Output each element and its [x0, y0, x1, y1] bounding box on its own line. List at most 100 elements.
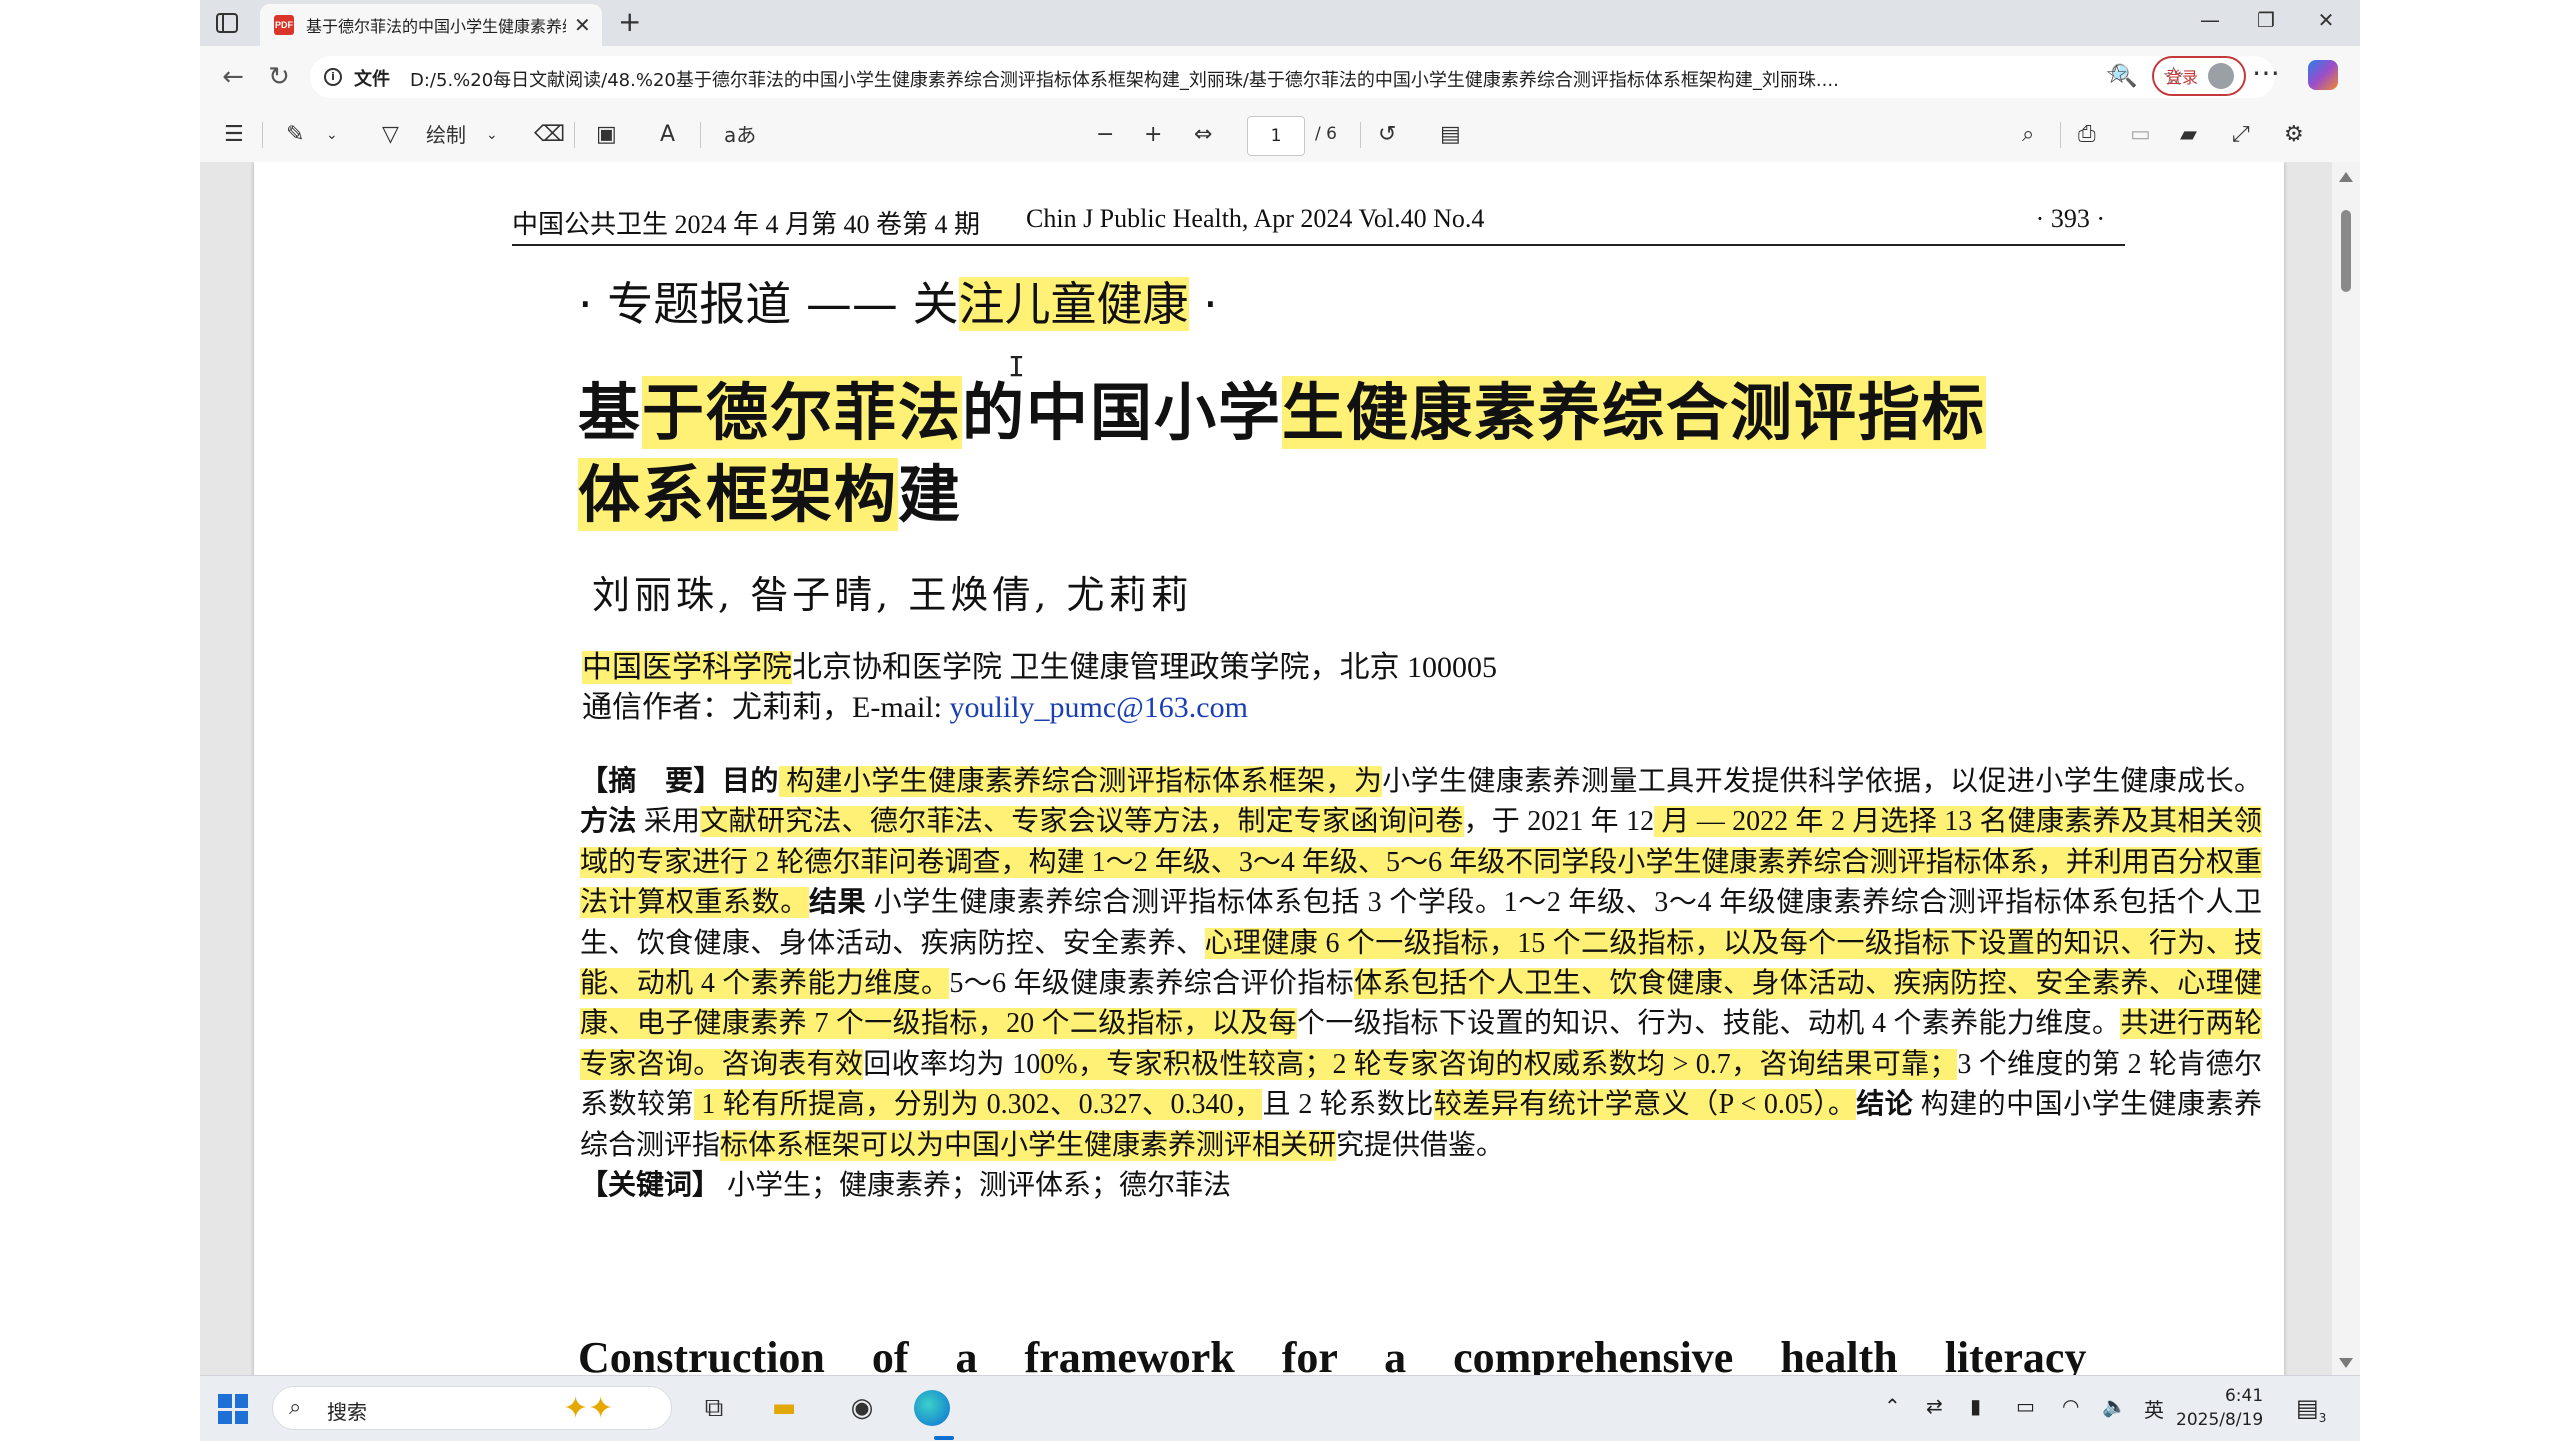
- ime-indicator[interactable]: 英: [2144, 1394, 2164, 1423]
- file-explorer-icon[interactable]: ▬: [766, 1390, 802, 1426]
- back-button[interactable]: ←: [216, 60, 250, 94]
- abstract: 【摘 要】目的 构建小学生健康素养综合测评指标体系框架，为小学生健康素养测量工具…: [580, 762, 2262, 1206]
- divider: [700, 122, 701, 148]
- keywords-label: 【关键词】: [580, 1170, 721, 1202]
- divider: [262, 122, 263, 148]
- print-icon[interactable]: ⎙: [2078, 120, 2096, 150]
- more-menu-icon[interactable]: ⋯: [2252, 56, 2280, 89]
- keywords: 小学生；健康素养；测评体系；德尔菲法: [720, 1170, 1232, 1202]
- topic-suffix: ·: [1188, 277, 1218, 331]
- notification-count: 3: [2318, 1410, 2327, 1425]
- page-view-icon[interactable]: ▣: [596, 120, 617, 150]
- tab-title: 基于德尔菲法的中国小学生健康素养综合测评指标体系框架构建_刘丽珠: [306, 17, 566, 36]
- english-title: Construction of a framework for a compre…: [578, 1333, 2087, 1375]
- tray-overflow-icon[interactable]: ⌃: [1884, 1394, 1901, 1418]
- contents-icon[interactable]: ☰: [224, 120, 244, 150]
- desktop-left: [0, 0, 200, 1440]
- objective-label: 目的: [721, 766, 779, 797]
- tab-close-icon[interactable]: ✕: [574, 13, 591, 37]
- search-icon[interactable]: ⌕: [2022, 120, 2034, 150]
- scrollbar-thumb[interactable]: [2341, 210, 2351, 292]
- copilot-icon[interactable]: [2308, 60, 2338, 90]
- eraser-icon[interactable]: ⌫: [534, 120, 565, 150]
- search-label: 搜索: [327, 1400, 367, 1424]
- abstract-text: 个一级指标下设置的知识、行为、技能、动机 4 个素养能力维度。: [1296, 1008, 2121, 1040]
- save-icon[interactable]: ▭: [2130, 120, 2151, 150]
- page-number-input[interactable]: 1: [1247, 116, 1305, 156]
- tab-actions-button[interactable]: [212, 8, 242, 38]
- chevron-down-icon[interactable]: ⌄: [486, 120, 498, 150]
- divider: [2060, 122, 2061, 148]
- divider: [1360, 122, 1361, 148]
- desktop-right: [2360, 0, 2560, 1440]
- save-as-icon[interactable]: ▰: [2180, 120, 2197, 150]
- abstract-highlight: 较差异有统计学意义（P < 0.05）。: [1433, 1089, 1857, 1121]
- title-part: 建: [898, 458, 963, 531]
- info-icon[interactable]: i: [324, 68, 342, 86]
- page-number: · 393 ·: [2035, 204, 2105, 233]
- topic-highlight: 注儿童健康: [958, 277, 1189, 331]
- avatar: [2208, 63, 2235, 89]
- email-link[interactable]: youlily_pumc@163.com: [949, 691, 1247, 724]
- draw-label[interactable]: 绘制: [426, 120, 466, 150]
- abstract-highlight: 1 轮有所提高，分别为 0.302、0.327、0.340，: [693, 1089, 1263, 1121]
- abstract-text: ，于 2021 年 12: [1463, 806, 1655, 838]
- login-label: 登录: [2166, 68, 2199, 87]
- tab-pdf-document[interactable]: PDF 基于德尔菲法的中国小学生健康素养综合测评指标体系框架构建_刘丽珠 ✕: [260, 4, 602, 46]
- highlight-icon[interactable]: ✎: [286, 120, 304, 150]
- read-aloud-icon[interactable]: A: [660, 120, 675, 150]
- abstract-label: 【摘 要】: [580, 766, 722, 797]
- corresponding-author: 通信作者：尤莉莉，E-mail:: [582, 691, 950, 724]
- chevron-down-icon[interactable]: ⌄: [326, 120, 338, 150]
- tray-meter-icon[interactable]: ▮: [1970, 1394, 1981, 1418]
- result-label: 结果: [808, 887, 867, 919]
- volume-icon[interactable]: 🔈: [2102, 1394, 2127, 1418]
- battery-icon[interactable]: ▭: [2016, 1394, 2035, 1418]
- topic-prefix: · 专题报道 —— 关: [578, 277, 959, 331]
- affiliation: 中国医学科学院北京协和医学院 卫生健康管理政策学院，北京 100005 通信作者…: [582, 648, 1497, 728]
- close-window-button[interactable]: ✕: [2306, 8, 2346, 32]
- url-text[interactable]: D:/5.%20每日文献阅读/48.%20基于德尔菲法的中国小学生健康素养综合测…: [410, 66, 1900, 92]
- search-icon: ⌕: [289, 1395, 302, 1420]
- address-bar[interactable]: i 文件 D:/5.%20每日文献阅读/48.%20基于德尔菲法的中国小学生健康…: [310, 56, 2275, 98]
- zoom-in-icon[interactable]: +: [1144, 120, 1162, 150]
- title-part-highlight: 于德尔菲法: [642, 376, 963, 449]
- active-app-indicator: [934, 1436, 954, 1440]
- title-part: 基: [578, 376, 643, 449]
- notification-icon[interactable]: ▤3: [2296, 1394, 2326, 1425]
- authors: 刘丽珠, 昝子晴, 王焕倩, 尤莉莉: [592, 573, 1193, 617]
- translate-icon[interactable]: aあ: [724, 120, 756, 150]
- task-view-icon[interactable]: ⧉: [696, 1390, 732, 1426]
- scroll-up-icon[interactable]: [2339, 172, 2353, 182]
- refresh-button[interactable]: ↻: [262, 60, 296, 94]
- start-button[interactable]: [218, 1394, 248, 1424]
- favorites-icon[interactable]: ☆: [2105, 60, 2128, 90]
- login-button[interactable]: 登录: [2152, 56, 2246, 96]
- two-page-icon[interactable]: ▤: [1440, 120, 1461, 150]
- abstract-highlight: 文献研究法、德尔菲法、专家会议等方法，制定专家函询问卷: [700, 806, 1464, 838]
- taskbar: ⌕ 搜索 ✦✦ ⧉ ▬ ◉ ⌃ ⇄ ▮ ▭ ◠ 🔈 英 6:41 2025/8/…: [200, 1375, 2360, 1441]
- method-label: 方法: [580, 806, 637, 838]
- rotate-icon[interactable]: ↺: [1378, 120, 1396, 150]
- taskbar-search[interactable]: ⌕ 搜索 ✦✦: [272, 1386, 672, 1430]
- wifi-icon[interactable]: ◠: [2062, 1394, 2079, 1418]
- clock[interactable]: 6:41 2025/8/19: [2176, 1384, 2263, 1432]
- pdf-viewer[interactable]: 中国公共卫生 2024 年 4 月第 40 卷第 4 期 Chin J Publ…: [200, 162, 2360, 1375]
- scroll-down-icon[interactable]: [2339, 1358, 2353, 1368]
- text-cursor-icon: I: [1008, 350, 1025, 383]
- pdf-toolbar: ☰ ✎ ⌄ ▽ 绘制 ⌄ ⌫ ▣ A aあ − + ⇔ 1 / 6 ↺ ▤ ⌕ …: [200, 108, 2360, 163]
- abstract-text: 5～6 年级健康素养综合评价指标: [949, 968, 1355, 1000]
- settings-gear-icon[interactable]: ⚙: [2284, 120, 2304, 150]
- app-icon[interactable]: ◉: [844, 1390, 880, 1426]
- restore-button[interactable]: ❐: [2246, 8, 2286, 32]
- fullscreen-icon[interactable]: ⤢: [2232, 120, 2250, 150]
- zoom-out-icon[interactable]: −: [1096, 120, 1114, 150]
- new-tab-button[interactable]: +: [618, 8, 641, 36]
- edge-browser-icon[interactable]: [914, 1390, 950, 1426]
- fit-width-icon[interactable]: ⇔: [1194, 120, 1212, 150]
- vertical-scrollbar[interactable]: [2332, 162, 2360, 1375]
- tray-app-icon[interactable]: ⇄: [1926, 1394, 1943, 1418]
- minimize-button[interactable]: —: [2190, 8, 2230, 32]
- draw-icon[interactable]: ▽: [382, 120, 399, 150]
- abstract-highlight: 0%，专家积极性较高；2 轮专家咨询的权威系数均 > 0.7，咨询结果可靠；: [1040, 1048, 1958, 1080]
